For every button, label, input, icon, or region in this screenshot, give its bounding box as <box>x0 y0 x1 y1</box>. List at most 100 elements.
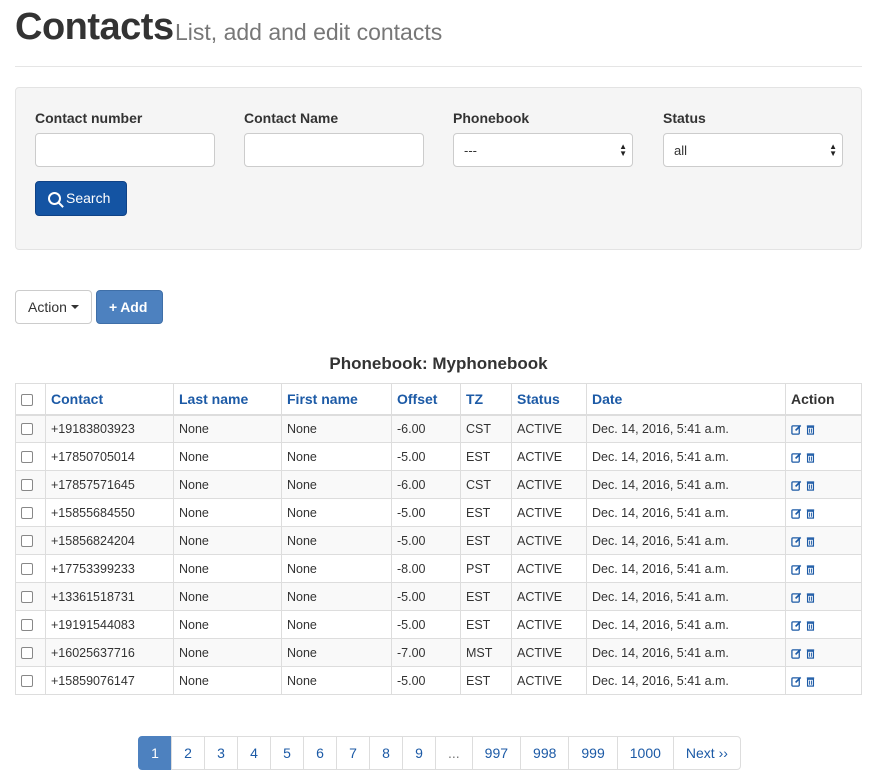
row-actions-cell <box>785 638 862 667</box>
cell-date: Dec. 14, 2016, 5:41 a.m. <box>586 554 786 583</box>
sort-date-link[interactable]: Date <box>592 391 622 407</box>
row-checkbox-cell <box>15 442 46 471</box>
table-row: +19191544083 None None -5.00 EST ACTIVE Dec. 1… <box>15 610 862 639</box>
row-checkbox[interactable] <box>21 619 33 632</box>
row-checkbox[interactable] <box>21 479 33 492</box>
page-link-7[interactable]: 7 <box>336 736 370 770</box>
select-all-checkbox[interactable] <box>21 394 33 407</box>
trash-icon[interactable] <box>805 536 816 547</box>
cell-first-name: None <box>281 498 392 527</box>
contact-name-input[interactable] <box>244 133 424 167</box>
cell-tz: EST <box>460 582 512 611</box>
table-row: +17753399233 None None -8.00 PST ACTIVE Dec. 1… <box>15 554 862 583</box>
row-checkbox-cell <box>15 638 46 667</box>
sort-first-name-link[interactable]: First name <box>287 391 358 407</box>
cell-tz: EST <box>460 526 512 555</box>
cell-offset: -6.00 <box>391 414 461 443</box>
trash-icon[interactable] <box>805 648 816 659</box>
column-header-first-name[interactable]: First name <box>281 383 392 416</box>
add-button-label: Add <box>120 299 148 315</box>
trash-icon[interactable] <box>805 452 816 463</box>
trash-icon[interactable] <box>805 480 816 491</box>
contact-number-input[interactable] <box>35 133 215 167</box>
edit-icon[interactable] <box>791 452 802 463</box>
cell-last-name: None <box>173 470 282 499</box>
cell-last-name: None <box>173 554 282 583</box>
select-arrows-icon: ▲ ▼ <box>619 142 627 158</box>
row-actions-cell <box>785 610 862 639</box>
page-link-9[interactable]: 9 <box>402 736 436 770</box>
column-header-contact[interactable]: Contact <box>45 383 174 416</box>
row-checkbox[interactable] <box>21 563 33 576</box>
column-header-tz[interactable]: TZ <box>460 383 512 416</box>
table-row: +15856824204 None None -5.00 EST ACTIVE Dec. 1… <box>15 526 862 555</box>
row-checkbox[interactable] <box>21 591 33 604</box>
page-link-4[interactable]: 4 <box>237 736 271 770</box>
page-header: Contacts List, add and edit contacts <box>15 0 862 67</box>
row-checkbox[interactable] <box>21 535 33 548</box>
trash-icon[interactable] <box>805 564 816 575</box>
column-header-date[interactable]: Date <box>586 383 786 416</box>
edit-icon[interactable] <box>791 620 802 631</box>
trash-icon[interactable] <box>805 424 816 435</box>
trash-icon[interactable] <box>805 508 816 519</box>
page-link-997[interactable]: 997 <box>471 736 522 770</box>
row-actions-cell <box>785 498 862 527</box>
page-link-1[interactable]: 1 <box>138 736 172 770</box>
row-checkbox[interactable] <box>21 451 33 464</box>
cell-date: Dec. 14, 2016, 5:41 a.m. <box>586 442 786 471</box>
page-link-5[interactable]: 5 <box>270 736 304 770</box>
edit-icon[interactable] <box>791 564 802 575</box>
cell-offset: -5.00 <box>391 442 461 471</box>
next-page-link[interactable]: Next ›› <box>672 736 741 770</box>
row-checkbox[interactable] <box>21 675 33 688</box>
edit-icon[interactable] <box>791 480 802 491</box>
page-link-6[interactable]: 6 <box>303 736 337 770</box>
cell-tz: MST <box>460 638 512 667</box>
trash-icon[interactable] <box>805 676 816 687</box>
trash-icon[interactable] <box>805 620 816 631</box>
edit-icon[interactable] <box>791 424 802 435</box>
cell-first-name: None <box>281 470 392 499</box>
table-row: +16025637716 None None -7.00 MST ACTIVE Dec. 1… <box>15 638 862 667</box>
cell-date: Dec. 14, 2016, 5:41 a.m. <box>586 470 786 499</box>
edit-icon[interactable] <box>791 648 802 659</box>
status-select[interactable]: all ▲ ▼ <box>663 133 843 167</box>
edit-icon[interactable] <box>791 676 802 687</box>
sort-contact-link[interactable]: Contact <box>51 391 103 407</box>
page-link-998[interactable]: 998 <box>520 736 570 770</box>
search-icon <box>48 192 61 205</box>
page-link-1000[interactable]: 1000 <box>616 736 674 770</box>
row-checkbox[interactable] <box>21 423 33 436</box>
page-link-3[interactable]: 3 <box>204 736 238 770</box>
row-checkbox-cell <box>15 610 46 639</box>
select-all-cell <box>15 383 46 416</box>
phonebook-select[interactable]: --- ▲ ▼ <box>453 133 633 167</box>
cell-offset: -5.00 <box>391 526 461 555</box>
column-header-offset[interactable]: Offset <box>391 383 461 416</box>
sort-tz-link[interactable]: TZ <box>466 391 483 407</box>
action-dropdown-button[interactable]: Action <box>15 290 92 324</box>
column-header-last-name[interactable]: Last name <box>173 383 282 416</box>
row-checkbox[interactable] <box>21 647 33 660</box>
table-row: +15855684550 None None -5.00 EST ACTIVE Dec. 1… <box>15 498 862 527</box>
phonebook-field-group: Phonebook --- ▲ ▼ <box>453 110 633 167</box>
edit-icon[interactable] <box>791 536 802 547</box>
search-button[interactable]: Search <box>35 181 127 216</box>
edit-icon[interactable] <box>791 508 802 519</box>
add-contact-button[interactable]: + Add <box>96 290 163 324</box>
cell-last-name: None <box>173 610 282 639</box>
page-link-2[interactable]: 2 <box>171 736 205 770</box>
row-checkbox[interactable] <box>21 507 33 520</box>
row-actions-cell <box>785 470 862 499</box>
sort-offset-link[interactable]: Offset <box>397 391 437 407</box>
trash-icon[interactable] <box>805 592 816 603</box>
cell-status: ACTIVE <box>511 666 587 695</box>
page-link-8[interactable]: 8 <box>369 736 403 770</box>
cell-status: ACTIVE <box>511 442 587 471</box>
sort-status-link[interactable]: Status <box>517 391 560 407</box>
edit-icon[interactable] <box>791 592 802 603</box>
sort-last-name-link[interactable]: Last name <box>179 391 248 407</box>
page-link-999[interactable]: 999 <box>568 736 618 770</box>
column-header-status[interactable]: Status <box>511 383 587 416</box>
